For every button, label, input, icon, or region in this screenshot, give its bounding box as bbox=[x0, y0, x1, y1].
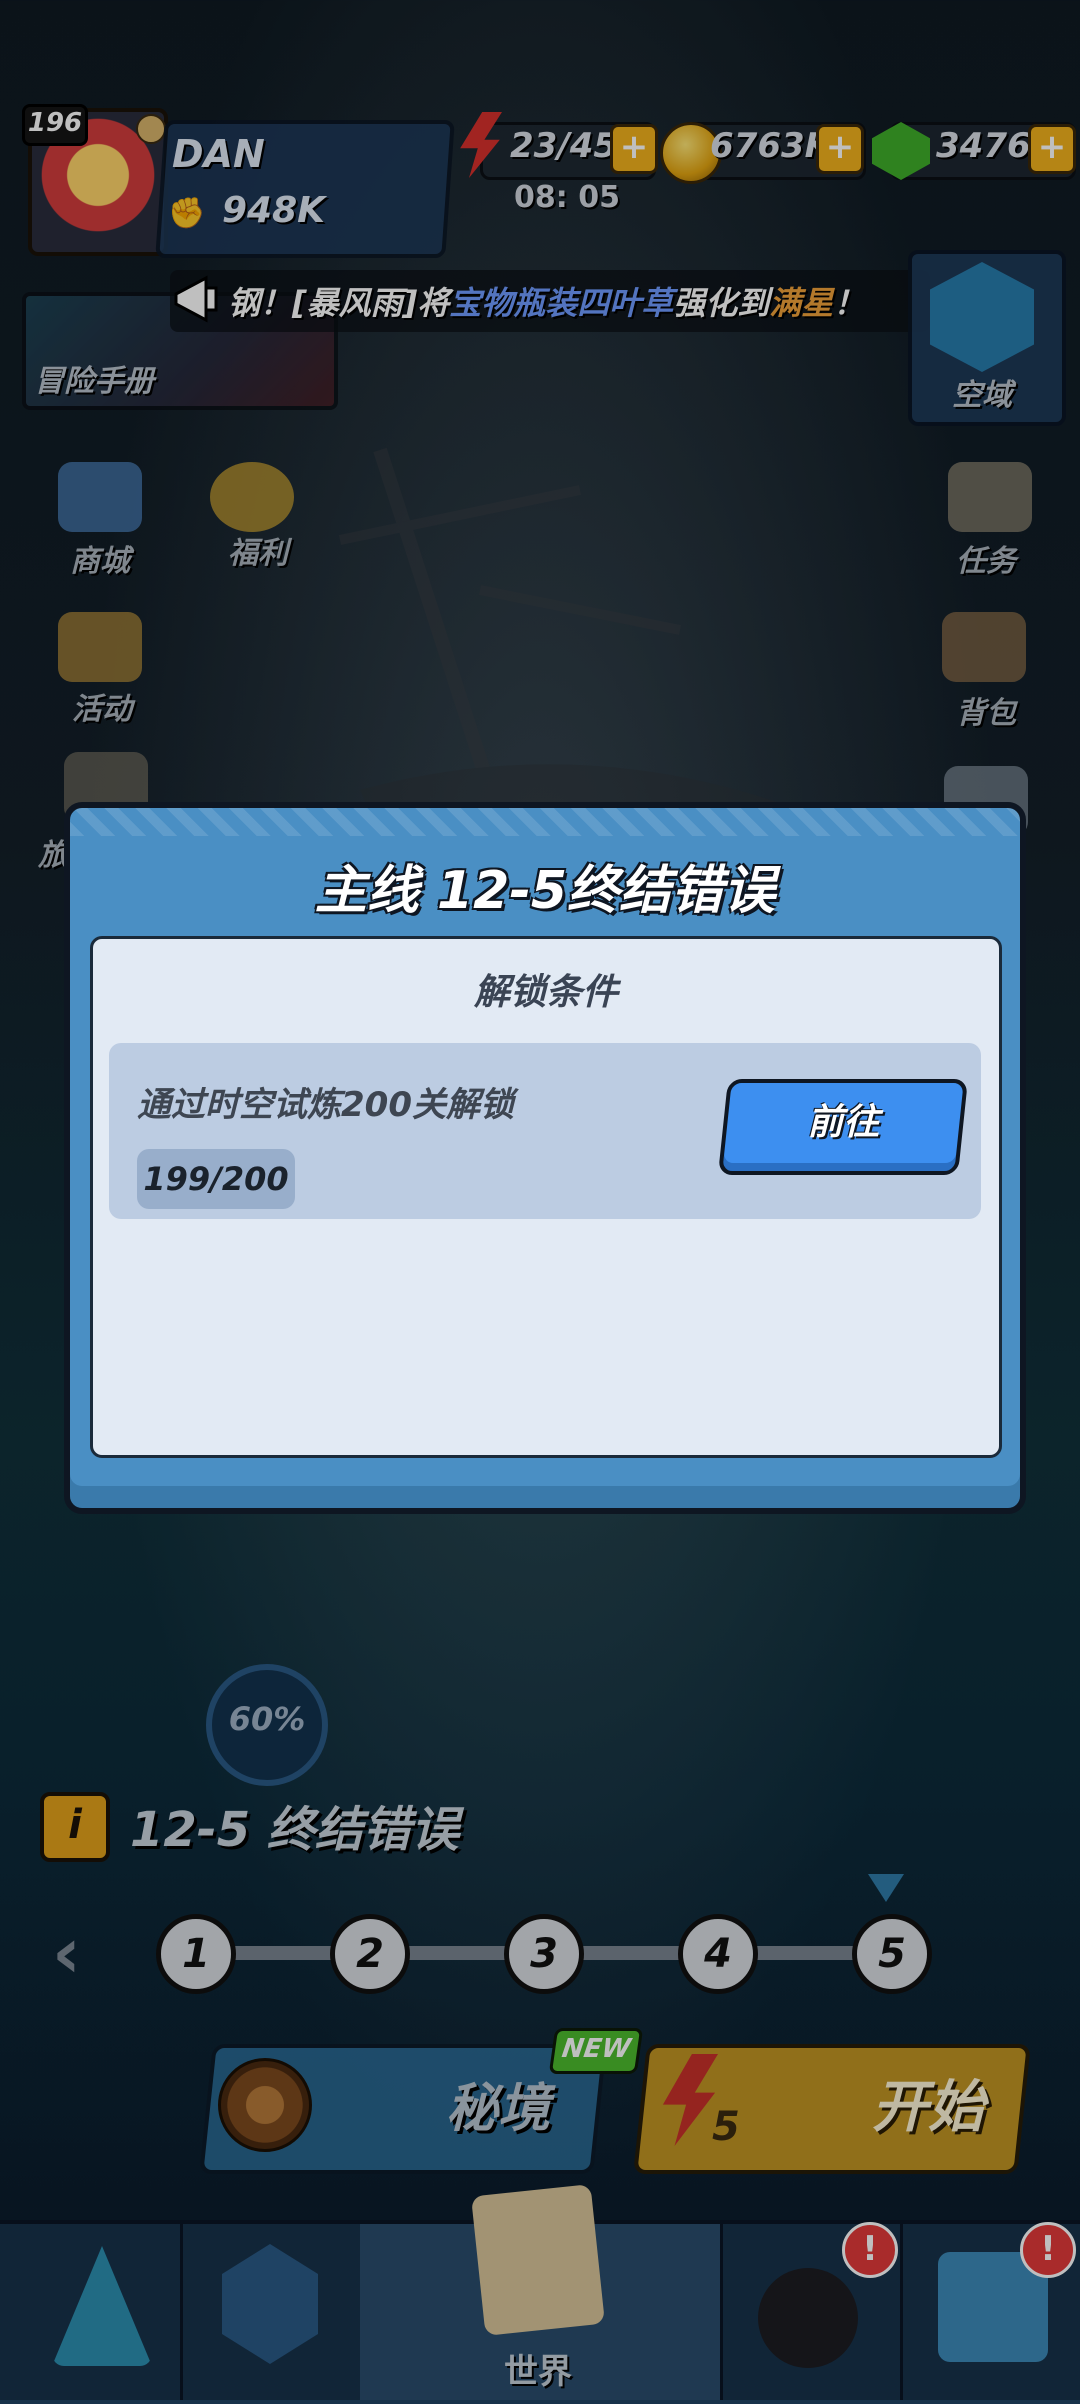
go-button-label: 前往 bbox=[807, 1102, 880, 1143]
condition-card: 通过时空试炼200关解锁 199/200 前往 bbox=[109, 1043, 981, 1219]
condition-progress: 199/200 bbox=[137, 1149, 295, 1209]
dialog-title: 主线 12-5终结错误 bbox=[314, 861, 776, 921]
unlock-conditions-heading: 解锁条件 bbox=[473, 972, 618, 1013]
go-button[interactable]: 前往 bbox=[717, 1079, 969, 1175]
condition-text: 通过时空试炼200关解锁 bbox=[137, 1085, 514, 1125]
unlock-condition-dialog: 主线 12-5终结错误 解锁条件 通过时空试炼200关解锁 199/200 前往 bbox=[64, 802, 1026, 1514]
dialog-body: 解锁条件 通过时空试炼200关解锁 199/200 前往 bbox=[90, 936, 1002, 1458]
dialog-pattern bbox=[70, 808, 1020, 836]
